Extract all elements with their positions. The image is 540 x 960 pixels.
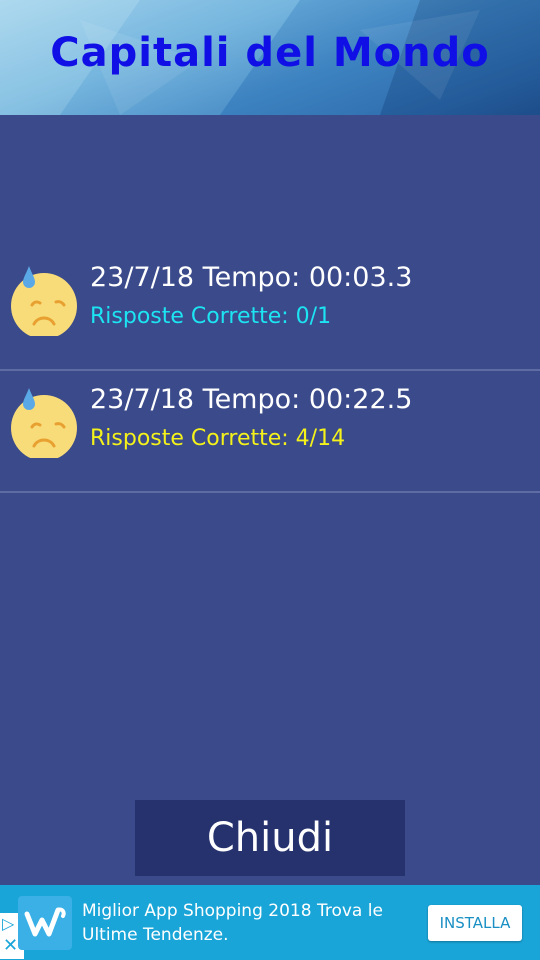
result-correct-answers: Risposte Corrette: 4/14	[90, 426, 346, 451]
sad-sweat-face-icon	[11, 266, 77, 336]
install-button[interactable]: INSTALLA	[428, 905, 522, 941]
divider	[0, 491, 540, 493]
play-icon: ▷	[2, 914, 15, 933]
wish-logo-icon[interactable]	[18, 896, 72, 950]
ad-banner[interactable]: ▷ ✕ Miglior App Shopping 2018 Trova le U…	[0, 885, 540, 960]
result-date-time: 23/7/18 Tempo: 00:22.5	[90, 384, 413, 415]
list-item[interactable]: 23/7/18 Tempo: 00:03.3 Risposte Corrette…	[0, 250, 540, 372]
close-icon[interactable]: ✕	[3, 936, 18, 956]
app-header: Capitali del Mondo	[0, 0, 540, 115]
list-item[interactable]: 23/7/18 Tempo: 00:22.5 Risposte Corrette…	[0, 372, 540, 494]
close-button[interactable]: Chiudi	[135, 800, 405, 876]
page-title: Capitali del Mondo	[50, 30, 490, 76]
result-date-time: 23/7/18 Tempo: 00:03.3	[90, 262, 413, 293]
sad-sweat-face-icon	[11, 388, 77, 458]
results-list: 23/7/18 Tempo: 00:03.3 Risposte Corrette…	[0, 115, 540, 885]
result-correct-answers: Risposte Corrette: 0/1	[90, 304, 332, 329]
ad-text[interactable]: Miglior App Shopping 2018 Trova le Ultim…	[82, 899, 402, 947]
divider	[0, 369, 540, 371]
